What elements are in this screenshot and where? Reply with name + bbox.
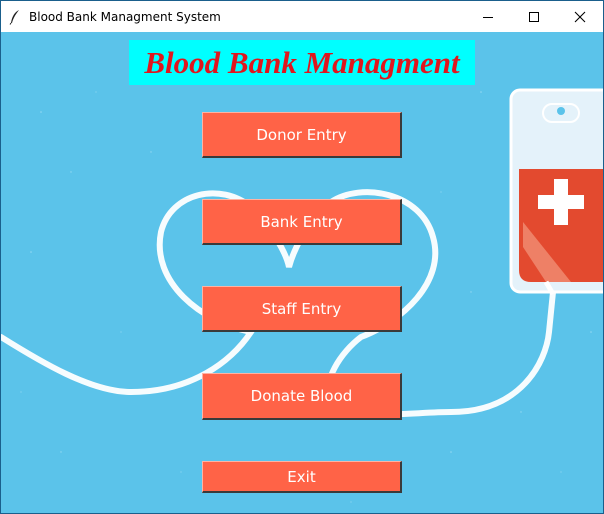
exit-button[interactable]: Exit [202, 461, 402, 493]
main-canvas: Blood Bank Managment Donor Entry Bank En… [1, 32, 603, 513]
bank-entry-button[interactable]: Bank Entry [202, 199, 402, 245]
app-window: Blood Bank Managment System Blood Bank M… [0, 0, 604, 514]
staff-entry-button[interactable]: Staff Entry [202, 286, 402, 332]
window-title: Blood Bank Managment System [29, 9, 221, 24]
minimize-button[interactable] [465, 1, 511, 32]
donate-blood-button[interactable]: Donate Blood [202, 373, 402, 420]
close-icon [574, 11, 586, 22]
blood-bag-heart-icon [1, 88, 603, 503]
feather-icon [1, 1, 29, 32]
maximize-button[interactable] [511, 1, 557, 32]
minimize-icon [483, 16, 493, 18]
maximize-icon [529, 11, 539, 22]
donor-entry-button[interactable]: Donor Entry [202, 112, 402, 158]
page-title: Blood Bank Managment [129, 40, 475, 85]
close-button[interactable] [557, 1, 603, 32]
title-bar[interactable]: Blood Bank Managment System [1, 1, 603, 32]
